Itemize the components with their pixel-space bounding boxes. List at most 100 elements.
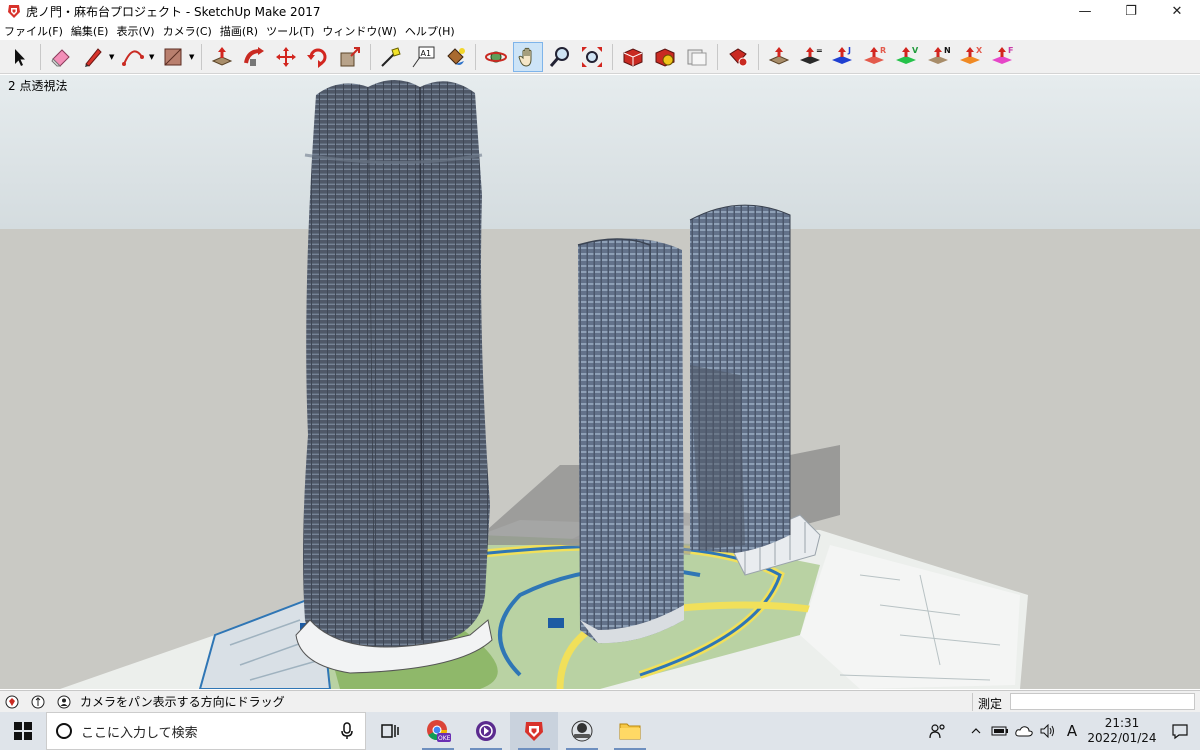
model-viewport[interactable]: 2 点透視法 (0, 75, 1200, 689)
search-placeholder: ここに入力して検索 (81, 725, 198, 741)
maximize-button[interactable]: ❐ (1108, 0, 1154, 22)
show-hidden-icons-chevron-icon[interactable] (964, 712, 988, 750)
push-pull-f-button[interactable]: F (988, 42, 1018, 72)
follow-me-tool-icon (244, 46, 264, 66)
microphone-icon[interactable] (339, 722, 355, 740)
paint-bucket-tool-button[interactable] (440, 42, 470, 72)
menu-view[interactable]: 表示(V) (112, 23, 158, 39)
credits-icon[interactable] (30, 694, 46, 710)
user-account-icon[interactable] (56, 694, 72, 710)
perspective-label: 2 点透視法 (8, 79, 68, 93)
toolbar-separator (717, 43, 718, 70)
chrome-profile-badge: OKE (438, 735, 451, 742)
taskbar-chrome[interactable]: OKE (414, 712, 462, 750)
select-tool-button[interactable] (5, 42, 35, 72)
people-icon[interactable] (926, 712, 950, 750)
push-pull-j-button[interactable]: J (828, 42, 858, 72)
follow-me-tool-button[interactable] (239, 42, 269, 72)
eraser-tool-icon (51, 48, 70, 67)
toolbar-separator (612, 43, 613, 70)
rotate-tool-icon (307, 48, 327, 68)
line-dropdown-arrow[interactable]: ▼ (109, 53, 117, 61)
push-pull-equal-button[interactable]: = (796, 42, 826, 72)
menu-window[interactable]: ウィンドウ(W) (318, 23, 400, 39)
push-pull-tool-button[interactable] (207, 42, 237, 72)
axis-letter-n: N (944, 46, 951, 55)
rotate-tool-button[interactable] (303, 42, 333, 72)
push-pull-plus-icon (768, 46, 790, 65)
notification-center-button[interactable] (1160, 712, 1200, 750)
arc-dropdown-arrow[interactable]: ▼ (149, 53, 157, 61)
clock-time: 21:31 (1104, 716, 1140, 730)
eraser-tool-button[interactable] (46, 42, 76, 72)
menu-help[interactable]: ヘルプ(H) (401, 23, 459, 39)
rectangle-tool-button[interactable] (158, 42, 188, 72)
media-player-icon (476, 721, 496, 741)
extension-warehouse-icon (655, 47, 675, 67)
3d-warehouse-button[interactable] (618, 42, 648, 72)
taskbar-clock[interactable]: 21:31 2022/01/24 (1084, 716, 1160, 746)
onedrive-cloud-icon[interactable] (1012, 712, 1036, 750)
text-tool-glyph: A1 (421, 49, 432, 58)
orbit-tool-button[interactable] (481, 42, 511, 72)
layout-send-button[interactable] (682, 42, 712, 72)
toolbar-separator (370, 43, 371, 70)
push-pull-j-icon: J (832, 46, 852, 64)
arc-tool-icon (122, 49, 144, 66)
battery-icon[interactable] (988, 712, 1012, 750)
cortana-icon (56, 723, 72, 739)
measurements-input[interactable] (1010, 693, 1195, 710)
close-button[interactable]: ✕ (1154, 0, 1200, 22)
taskbar-search-box[interactable]: ここに入力して検索 (46, 712, 366, 750)
status-message: カメラをパン表示する方向にドラッグ (80, 695, 285, 709)
title-bar: 虎ノ門・麻布台プロジェクト - SketchUp Make 2017 — ❐ ✕ (0, 0, 1200, 22)
taskbar-steam[interactable] (558, 712, 606, 750)
menu-tools[interactable]: ツール(T) (262, 23, 318, 39)
extension-warehouse-button[interactable] (650, 42, 680, 72)
menu-edit[interactable]: 編集(E) (67, 23, 113, 39)
taskbar-media-player[interactable] (462, 712, 510, 750)
push-pull-tool-icon (211, 46, 233, 66)
pan-tool-button[interactable] (513, 41, 543, 72)
push-pull-v-icon: V (896, 46, 919, 64)
pencil-line-tool-button[interactable] (78, 42, 108, 72)
volume-icon[interactable] (1036, 712, 1060, 750)
scale-tool-icon (340, 46, 360, 66)
push-pull-plus-button[interactable] (764, 42, 794, 72)
zoom-extents-tool-button[interactable] (577, 42, 607, 72)
push-pull-n-icon: N (928, 46, 951, 64)
zoom-tool-button[interactable] (545, 42, 575, 72)
task-view-button[interactable] (366, 712, 414, 750)
minimize-button[interactable]: — (1062, 0, 1108, 22)
push-pull-v-button[interactable]: V (892, 42, 922, 72)
push-pull-n-button[interactable]: N (924, 42, 954, 72)
extension-manager-button[interactable] (723, 42, 753, 72)
geolocation-icon[interactable] (4, 694, 20, 710)
task-view-icon (381, 724, 399, 738)
menu-camera[interactable]: カメラ(C) (159, 23, 216, 39)
text-tool-icon: A1 (412, 46, 435, 67)
taskbar-file-explorer[interactable] (606, 712, 654, 750)
start-button[interactable] (0, 712, 46, 750)
taskbar-sketchup[interactable] (510, 712, 558, 750)
push-pull-r-button[interactable]: R (860, 42, 890, 72)
ime-indicator[interactable]: A (1060, 712, 1084, 750)
axis-letter-f: F (1008, 46, 1013, 55)
shape-dropdown-arrow[interactable]: ▼ (189, 53, 197, 61)
move-tool-button[interactable] (271, 42, 301, 72)
push-pull-x-button[interactable]: X (956, 42, 986, 72)
axis-letter-r: R (880, 46, 886, 55)
sketchup-app-icon (8, 5, 20, 18)
layout-send-icon (687, 49, 707, 65)
tape-measure-tool-button[interactable] (376, 42, 406, 72)
scale-tool-button[interactable] (335, 42, 365, 72)
toolbar-separator (201, 43, 202, 70)
menu-draw[interactable]: 描画(R) (216, 23, 262, 39)
text-tool-button[interactable]: A1 (408, 42, 438, 72)
arc-tool-button[interactable] (118, 42, 148, 72)
menu-file[interactable]: ファイル(F) (0, 23, 67, 39)
status-bar: カメラをパン表示する方向にドラッグ 測定 (0, 690, 1200, 712)
steam-icon (571, 720, 593, 742)
push-pull-r-icon: R (864, 46, 886, 64)
axis-letter-v: V (912, 46, 919, 55)
